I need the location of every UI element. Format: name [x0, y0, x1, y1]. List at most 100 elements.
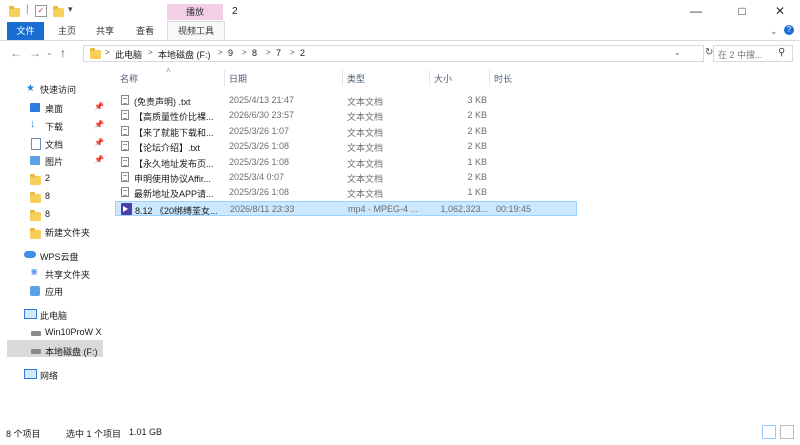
- column-divider[interactable]: [489, 70, 490, 86]
- file-type: 文本文档: [347, 97, 384, 107]
- expand-ribbon-icon[interactable]: ⌄: [770, 26, 778, 37]
- folder-icon: [30, 174, 41, 185]
- pin-icon[interactable]: 📌: [94, 102, 104, 111]
- properties-icon[interactable]: ✓: [35, 5, 47, 17]
- apps-icon: [30, 286, 40, 296]
- up-icon[interactable]: ↑: [60, 46, 66, 60]
- pictures-icon: [30, 156, 40, 165]
- nav-drive-f[interactable]: 本地磁盘 (F:): [45, 345, 98, 358]
- nav-folder-2[interactable]: 2: [45, 173, 50, 183]
- nav-this-pc[interactable]: 此电脑: [40, 309, 67, 322]
- nav-drive-c[interactable]: Win10ProW X: [45, 327, 102, 337]
- breadcrumb-8[interactable]: 8: [252, 48, 257, 58]
- file-row[interactable]: 申明使用协议Affir... 2025/3/4 0:07 文本文档 2 KB: [115, 170, 577, 185]
- file-name: 申明使用协议Affir...: [134, 174, 211, 184]
- drive-icon: [31, 349, 41, 354]
- column-divider[interactable]: [224, 70, 225, 86]
- file-type: 文本文档: [347, 174, 384, 184]
- recent-locations-icon[interactable]: ⌄: [46, 48, 53, 57]
- nav-pictures[interactable]: 图片: [45, 155, 63, 168]
- address-dropdown-icon[interactable]: ⌄: [674, 48, 681, 57]
- file-size: 1 KB: [467, 157, 487, 167]
- computer-icon: [24, 309, 37, 319]
- breadcrumb-separator: >: [266, 48, 271, 57]
- column-name[interactable]: 名称: [120, 72, 138, 85]
- close-button[interactable]: ✕: [765, 3, 795, 19]
- file-name: 【高质量性价比裸...: [134, 112, 214, 122]
- breadcrumb-2[interactable]: 2: [300, 48, 305, 58]
- file-name: 【永久地址发布页...: [134, 159, 214, 169]
- breadcrumb-this-pc[interactable]: 此电脑: [115, 48, 142, 61]
- file-row[interactable]: 【高质量性价比裸... 2026/6/30 23:57 文本文档 2 KB: [115, 108, 577, 123]
- column-size[interactable]: 大小: [434, 72, 452, 85]
- customize-toolbar-icon[interactable]: ▾: [68, 4, 73, 15]
- column-duration[interactable]: 时长: [494, 72, 512, 85]
- title-bar: | ✓ ▾ 播放 2 — □ ✕: [0, 0, 800, 22]
- file-size: 1,062,323...: [440, 204, 488, 214]
- help-icon[interactable]: ?: [784, 25, 794, 35]
- new-folder-icon[interactable]: [53, 6, 64, 17]
- breadcrumb-separator: >: [290, 48, 295, 57]
- details-view-icon[interactable]: [762, 425, 776, 439]
- share-icon: ⋇: [30, 267, 39, 278]
- file-name: 【论坛介绍】.txt: [134, 143, 201, 153]
- tab-view[interactable]: 查看: [128, 22, 162, 40]
- file-name: 8.12 《20绑缚荃女...: [135, 206, 218, 216]
- column-divider[interactable]: [342, 70, 343, 86]
- folder-icon: [30, 228, 41, 239]
- file-row[interactable]: 【来了就能下载和... 2025/3/26 1:07 文本文档 2 KB: [115, 124, 577, 139]
- minimize-button[interactable]: —: [681, 3, 711, 19]
- search-input[interactable]: 在 2 中搜... ⚲: [713, 45, 793, 62]
- address-bar[interactable]: > 此电脑 > 本地磁盘 (F:) > 9 > 8 > 7 > 2 ⌄: [83, 45, 704, 62]
- nav-folder-8[interactable]: 8: [45, 191, 50, 201]
- nav-wps-cloud[interactable]: WPS云盘: [40, 250, 79, 263]
- column-type[interactable]: 类型: [347, 72, 365, 85]
- nav-new-folder[interactable]: 新建文件夹: [45, 226, 90, 239]
- file-row[interactable]: 【论坛介绍】.txt 2025/3/26 1:08 文本文档 2 KB: [115, 139, 577, 154]
- large-icons-view-icon[interactable]: [780, 425, 794, 439]
- file-type: 文本文档: [347, 143, 384, 153]
- file-row-selected[interactable]: 8.12 《20绑缚荃女... 2026/8/11 23:33 mp4 - MP…: [115, 201, 577, 216]
- file-date: 2025/3/26 1:08: [229, 157, 290, 167]
- nav-documents[interactable]: 文档: [45, 138, 63, 151]
- cloud-icon: [24, 251, 36, 258]
- pin-icon[interactable]: 📌: [94, 120, 104, 129]
- file-type: 文本文档: [347, 189, 384, 199]
- file-row[interactable]: 最新地址及APP请... 2025/3/26 1:08 文本文档 1 KB: [115, 185, 577, 200]
- tab-share[interactable]: 共享: [90, 22, 120, 40]
- contextual-tab-play[interactable]: 播放: [167, 4, 223, 20]
- nav-shared-folder[interactable]: 共享文件夹: [45, 268, 90, 281]
- breadcrumb-drive-f[interactable]: 本地磁盘 (F:): [158, 48, 211, 61]
- file-row[interactable]: (免责声明) .txt 2025/4/13 21:47 文本文档 3 KB: [115, 93, 577, 108]
- file-type: 文本文档: [347, 112, 384, 122]
- star-icon: ★: [26, 83, 35, 94]
- navigation-pane: ★ 快速访问 桌面 📌 ↓ 下载 📌 文档 📌 图片 📌 2 8 8 新建文件夹…: [0, 66, 108, 422]
- pin-icon[interactable]: 📌: [94, 138, 104, 147]
- breadcrumb-7[interactable]: 7: [276, 48, 281, 58]
- search-placeholder: 在 2 中搜...: [718, 50, 763, 60]
- forward-icon[interactable]: →: [29, 46, 41, 60]
- file-size: 1 KB: [467, 187, 487, 197]
- tab-home[interactable]: 主页: [52, 22, 82, 40]
- tab-file[interactable]: 文件: [7, 22, 44, 40]
- breadcrumb-9[interactable]: 9: [228, 48, 233, 58]
- pin-icon[interactable]: 📌: [94, 155, 104, 164]
- column-date[interactable]: 日期: [229, 72, 247, 85]
- search-icon[interactable]: ⚲: [778, 47, 785, 58]
- nav-apps[interactable]: 应用: [45, 285, 63, 298]
- column-divider[interactable]: [429, 70, 430, 86]
- nav-downloads[interactable]: 下载: [45, 120, 63, 133]
- folder-icon: [30, 192, 41, 203]
- file-date: 2025/3/26 1:07: [229, 126, 290, 136]
- nav-desktop[interactable]: 桌面: [45, 102, 63, 115]
- nav-quick-access[interactable]: 快速访问: [40, 83, 76, 96]
- nav-network[interactable]: 网络: [40, 369, 58, 382]
- file-size: 2 KB: [467, 110, 487, 120]
- maximize-button[interactable]: □: [727, 3, 757, 19]
- download-icon: ↓: [30, 118, 36, 130]
- nav-folder-8b[interactable]: 8: [45, 209, 50, 219]
- tab-video-tools[interactable]: 视频工具: [167, 21, 225, 40]
- back-icon[interactable]: ←: [10, 46, 22, 60]
- selected-count: 选中 1 个项目: [66, 429, 122, 439]
- file-row[interactable]: 【永久地址发布页... 2025/3/26 1:08 文本文档 1 KB: [115, 155, 577, 170]
